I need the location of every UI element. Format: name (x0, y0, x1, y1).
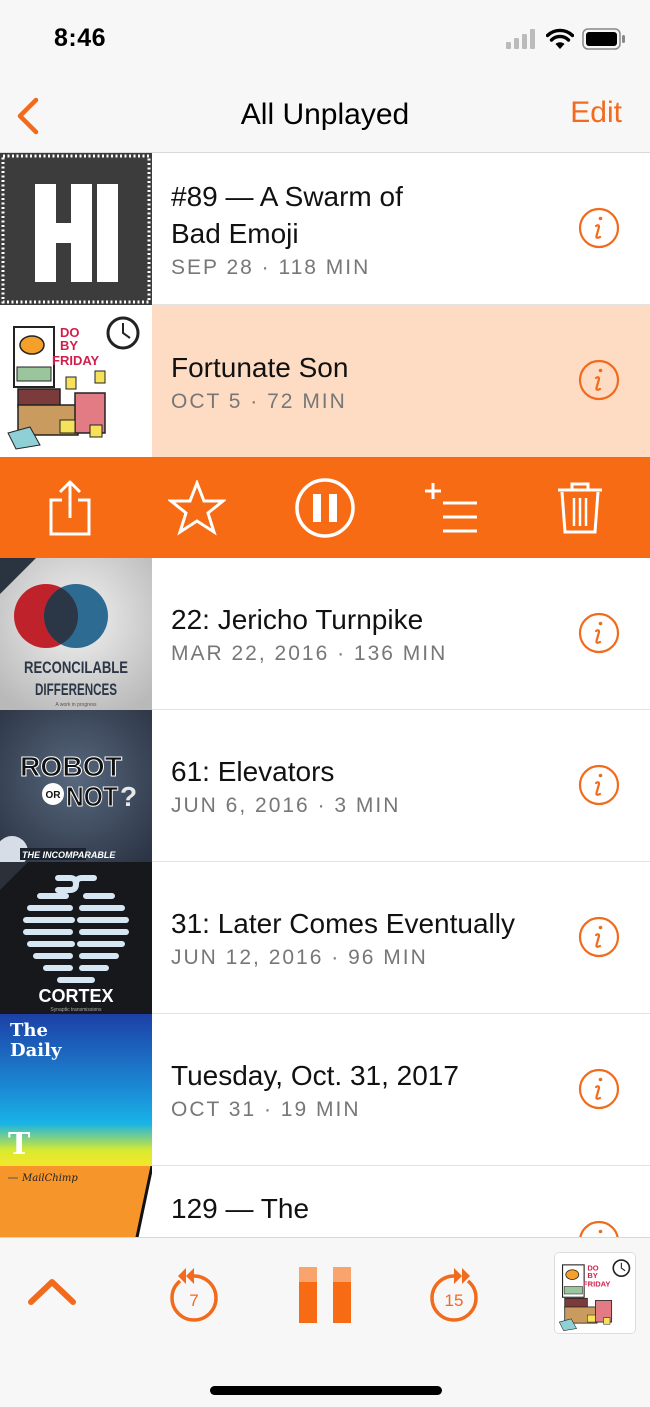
share-button[interactable] (38, 476, 102, 540)
wifi-icon (546, 28, 574, 49)
episode-title: 31: Later Comes Eventually (171, 908, 515, 939)
episode-row[interactable]: ROBOT OR NOT ? THE INCOMPARABLE 61: Elev… (0, 710, 650, 862)
favorite-button[interactable] (165, 476, 229, 540)
info-icon[interactable] (578, 1220, 620, 1237)
home-indicator[interactable] (210, 1386, 442, 1395)
svg-text:BY: BY (587, 1271, 597, 1280)
add-to-queue-button[interactable] (421, 476, 485, 540)
status-bar: 8:46 (0, 0, 650, 80)
play-pause-button[interactable] (297, 1267, 353, 1323)
skip-forward-button[interactable]: 15 (426, 1264, 482, 1326)
svg-text:FRIDAY: FRIDAY (52, 353, 100, 368)
chevron-up-icon (28, 1279, 76, 1305)
info-icon[interactable] (578, 207, 620, 249)
episode-title: 129 — The (171, 1193, 310, 1224)
svg-text:THE INCOMPARABLE: THE INCOMPARABLE (22, 850, 116, 860)
info-icon[interactable] (578, 612, 620, 654)
star-icon (168, 479, 227, 536)
svg-text:A work in progress: A work in progress (55, 702, 97, 708)
svg-text:MailChimp: MailChimp (21, 1173, 78, 1184)
expand-player-button[interactable] (26, 1274, 78, 1310)
episode-title: Fortunate Son (171, 351, 349, 383)
svg-text:DIFFERENCES: DIFFERENCES (35, 680, 117, 699)
episode-row-selected[interactable]: DO BY FRIDAY Fortunate Son OCT 5 · 72 MI… (0, 305, 650, 457)
pause-circle-icon (295, 477, 355, 538)
episode-meta: JUN 12, 2016 · 96 MIN (171, 946, 428, 969)
pause-episode-button[interactable] (293, 476, 357, 540)
podcast-artwork (0, 153, 152, 305)
page-title: All Unplayed (240, 98, 410, 131)
svg-text:BY: BY (60, 338, 78, 353)
episode-meta: OCT 31 · 19 MIN (171, 1098, 361, 1121)
svg-text:NOT: NOT (66, 781, 118, 812)
podcast-artwork: DO BY FRIDAY (0, 305, 152, 457)
episode-meta: MAR 22, 2016 · 136 MIN (171, 642, 448, 665)
episode-row[interactable]: MailChimp 129 — The (0, 1166, 650, 1237)
episode-meta: OCT 5 · 72 MIN (171, 389, 347, 413)
episode-list[interactable]: #89 — A Swarm of Bad Emoji SEP 28 · 118 … (0, 153, 650, 1237)
edit-button[interactable]: Edit (570, 96, 622, 130)
skip-forward-icon: 15 (430, 1268, 478, 1322)
episode-meta: JUN 6, 2016 · 3 MIN (171, 794, 401, 817)
episode-title: Tuesday, Oct. 31, 2017 (171, 1060, 459, 1091)
podcast-artwork: CORTEX Synaptic transmissions (0, 862, 152, 1014)
battery-icon (582, 28, 625, 50)
podcast-artwork: The Daily T (0, 1014, 152, 1166)
info-icon[interactable] (578, 764, 620, 806)
svg-text:Synaptic transmissions: Synaptic transmissions (50, 1007, 102, 1013)
episode-title: #89 — A Swarm of Bad Emoji (171, 180, 403, 249)
pause-icon (299, 1267, 351, 1323)
skip-back-icon: 7 (170, 1268, 218, 1322)
svg-text:OR: OR (46, 790, 62, 801)
svg-text:FRIDAY: FRIDAY (583, 1279, 610, 1288)
share-icon (49, 480, 91, 535)
svg-text:RECONCILABLE: RECONCILABLE (24, 658, 128, 677)
svg-text:CORTEX: CORTEX (38, 986, 113, 1006)
episode-row[interactable]: CORTEX Synaptic transmissions 31: Later … (0, 862, 650, 1014)
svg-text:?: ? (120, 781, 137, 812)
podcast-artwork: RECONCILABLE DIFFERENCES A work in progr… (0, 558, 152, 710)
info-icon[interactable] (578, 359, 620, 401)
episode-action-bar (0, 457, 650, 558)
trash-icon (558, 482, 603, 533)
add-to-queue-icon (424, 482, 477, 532)
info-icon[interactable] (578, 1068, 620, 1110)
episode-row[interactable]: RECONCILABLE DIFFERENCES A work in progr… (0, 558, 650, 710)
podcast-artwork: MailChimp (0, 1166, 152, 1237)
episode-title: 61: Elevators (171, 756, 335, 787)
status-time: 8:46 (54, 24, 107, 52)
status-icons (506, 28, 626, 50)
svg-text:Daily: Daily (10, 1040, 62, 1061)
podcast-artwork: ROBOT OR NOT ? THE INCOMPARABLE (0, 710, 152, 862)
episode-row[interactable]: The Daily T Tuesday, Oct. 31, 2017 OCT 3… (0, 1014, 650, 1166)
navigation-bar: All Unplayed Edit (0, 80, 650, 153)
svg-text:ROBOT: ROBOT (20, 751, 122, 782)
skip-back-button[interactable]: 7 (166, 1264, 222, 1326)
signal-icon (506, 29, 535, 49)
svg-text:15: 15 (445, 1291, 464, 1310)
episode-meta: SEP 28 · 118 MIN (171, 255, 371, 279)
mini-player: 7 15 DO BY FRIDAY (0, 1237, 650, 1407)
info-icon[interactable] (578, 916, 620, 958)
episode-title: 22: Jericho Turnpike (171, 604, 424, 635)
svg-text:T: T (8, 1127, 31, 1162)
episode-row[interactable]: #89 — A Swarm of Bad Emoji SEP 28 · 118 … (0, 153, 650, 305)
svg-text:7: 7 (189, 1291, 198, 1310)
now-playing-artwork[interactable]: DO BY FRIDAY (554, 1252, 636, 1334)
delete-button[interactable] (548, 476, 612, 540)
svg-text:The: The (10, 1020, 48, 1041)
